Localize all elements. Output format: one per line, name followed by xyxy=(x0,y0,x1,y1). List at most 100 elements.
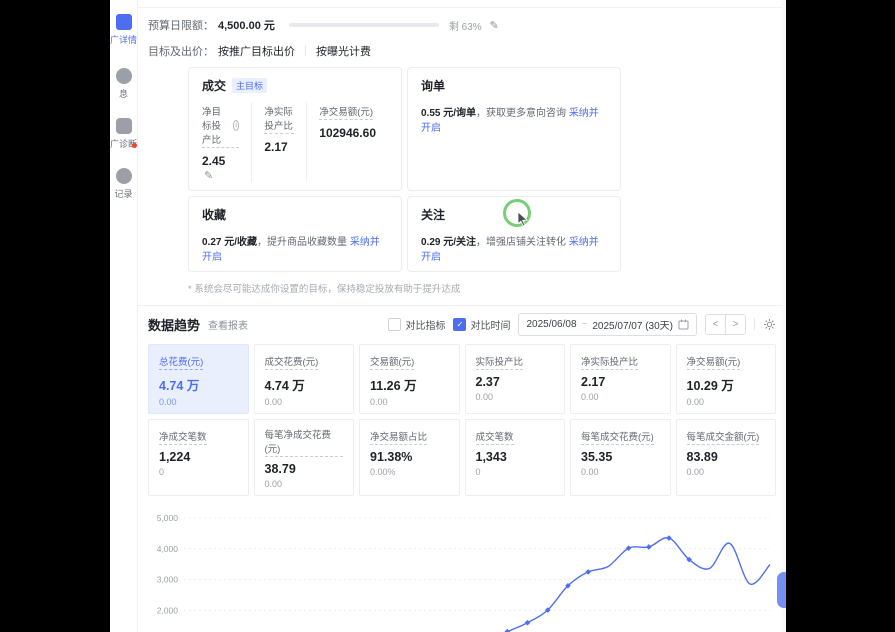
metric-tile-total-cost[interactable]: 总花费(元)4.74 万0.00 xyxy=(148,344,249,414)
metric-sub-value: 0.00 xyxy=(265,479,344,489)
metric-sub-value: 0.00 xyxy=(581,467,660,477)
metric-label: 净成交笔数 xyxy=(159,429,207,445)
suggestion-desc: ，增强店铺关注转化 xyxy=(476,237,569,248)
metric-sub-value: 0 xyxy=(159,467,238,477)
metric-tile-deal-cost[interactable]: 成交花费(元)4.74 万0.00 xyxy=(254,344,355,414)
date-nav: < > xyxy=(705,314,746,335)
scrollbar-track[interactable] xyxy=(782,0,786,632)
svg-text:5,000: 5,000 xyxy=(157,513,179,523)
card-inquiry: 询单 0.55 元/询单，获取更多意向咨询 采纳并开启 xyxy=(407,67,621,191)
sidebar-item-label: 广详情 xyxy=(110,33,137,46)
metric-sub-value: 0.00% xyxy=(370,467,449,477)
metric-tile-orders[interactable]: 成交笔数1,3430 xyxy=(465,419,566,496)
metric-label: 净交易额(元) xyxy=(319,104,373,120)
next-period-button[interactable]: > xyxy=(725,315,745,334)
tab-separator xyxy=(305,46,306,56)
card-deal: 成交 主目标 净目标投产比 2.45 ✎ 净实际投产比 2.17 xyxy=(188,67,402,191)
metric-tile-amount-per-order[interactable]: 每笔成交金额(元)83.890.00 xyxy=(676,419,777,496)
main-content: 预算日限额： 4,500.00 元 剩 63% ✎ 目标及出价： 按推广目标出价… xyxy=(138,0,786,632)
metric-label: 总花费(元) xyxy=(159,354,203,370)
metric-tile-net-gmv[interactable]: 净交易额(元) 10.29 万 0.00 xyxy=(676,344,777,414)
suggestion-price: 0.55 元/询单 xyxy=(421,108,476,119)
prev-period-button[interactable]: < xyxy=(706,315,725,334)
edit-budget-icon[interactable]: ✎ xyxy=(490,19,499,32)
metric-value: 35.35 xyxy=(581,450,660,464)
metric-tile-gmv[interactable]: 交易额(元)11.26 万0.00 xyxy=(359,344,460,414)
svg-text:3,000: 3,000 xyxy=(157,575,179,585)
tab-bid-by-goal[interactable]: 按推广目标出价 xyxy=(218,43,295,59)
metric-tile-net-actual-roi[interactable]: 净实际投产比2.170.00 xyxy=(570,344,671,414)
click-highlight-ring xyxy=(503,199,531,227)
app-window: 广详情 息 广诊断 记录 预算日限额： 4,500.00 元 剩 63% ✎ 目… xyxy=(110,0,786,632)
gear-icon[interactable] xyxy=(763,318,776,331)
metric-sub-value: 0.00 xyxy=(687,467,766,477)
budget-remaining: 剩 63% xyxy=(449,18,482,33)
metric-value: 83.89 xyxy=(687,450,766,464)
metric-value: 91.38% xyxy=(370,450,449,464)
suggestion-desc: ，获取更多意向咨询 xyxy=(476,108,569,119)
card-favorite-title: 收藏 xyxy=(202,206,226,223)
metric-sub-value: 0.00 xyxy=(265,397,344,407)
card-deal-title: 成交 xyxy=(202,77,226,94)
date-range-picker[interactable]: 2025/06/08 ~ 2025/07/07 (30天) xyxy=(518,313,697,336)
compare-time-checkbox[interactable]: 对比时间 xyxy=(453,317,510,332)
metric-tile-cost-per-order[interactable]: 每笔成交花费(元) 35.35 0.00 xyxy=(570,419,671,496)
metric-tile-net-orders[interactable]: 净成交笔数1,2240 xyxy=(148,419,249,496)
mouse-cursor-icon xyxy=(517,212,529,226)
metric-value: 2.45 xyxy=(202,154,225,168)
metric-value: 38.79 xyxy=(265,462,344,476)
deal-metric-target-roi: 净目标投产比 2.45 ✎ xyxy=(202,102,251,182)
card-inquiry-title: 询单 xyxy=(421,77,445,94)
suggestion-desc: ，提升商品收藏数量 xyxy=(257,237,350,248)
calendar-icon xyxy=(678,319,689,330)
metric-value: 11.26 万 xyxy=(370,375,449,394)
edit-roi-icon[interactable]: ✎ xyxy=(204,170,213,182)
sidebar-item-info[interactable]: 息 xyxy=(110,68,137,100)
checkbox-label: 对比时间 xyxy=(470,317,510,332)
checkbox-icon[interactable] xyxy=(388,318,401,331)
notification-dot xyxy=(132,143,137,148)
trend-chart: 01,0002,0003,0004,0005,0002025/07/082025… xyxy=(148,510,776,632)
trend-header: 数据趋势 查看报表 对比指标 对比时间 2025/06/08 ~ 2025/07… xyxy=(148,306,776,342)
metric-tile-actual-roi[interactable]: 实际投产比2.370.00 xyxy=(465,344,566,414)
goal-bid-row: 目标及出价： 按推广目标出价 按曝光计费 xyxy=(148,40,776,62)
primary-goal-badge: 主目标 xyxy=(232,78,267,93)
metric-value: 10.29 万 xyxy=(687,375,766,394)
trend-title: 数据趋势 xyxy=(148,315,200,334)
suggestion-price: 0.27 元/收藏 xyxy=(202,237,257,248)
trend-chart-svg: 01,0002,0003,0004,0005,0002025/07/082025… xyxy=(148,510,776,632)
metric-label: 成交笔数 xyxy=(476,429,514,445)
metric-label: 净实际投产比 xyxy=(264,104,294,134)
promotion-detail-icon xyxy=(116,14,132,30)
goal-bid-tabs: 按推广目标出价 按曝光计费 xyxy=(218,43,371,59)
view-report-link[interactable]: 查看报表 xyxy=(208,317,248,332)
metric-label: 每笔净成交花费(元) xyxy=(265,427,344,457)
controls-separator xyxy=(754,318,755,330)
feedback-button[interactable] xyxy=(777,572,786,608)
compare-metric-checkbox[interactable]: 对比指标 xyxy=(388,317,445,332)
metric-sub-value: 0.00 xyxy=(370,397,449,407)
metric-label: 净实际投产比 xyxy=(581,354,638,370)
metric-tile-cost-per-net-order[interactable]: 每笔净成交花费(元) 38.79 0.00 xyxy=(254,419,355,496)
metric-label: 每笔成交花费(元) xyxy=(581,429,654,445)
metric-label: 净交易额(元) xyxy=(687,354,741,370)
sidebar-item-records[interactable]: 记录 xyxy=(110,168,137,200)
metric-sub-value: 0.00 xyxy=(476,392,555,402)
card-favorite: 收藏 0.27 元/收藏，提升商品收藏数量 采纳并开启 xyxy=(188,196,402,272)
metric-tile-net-gmv-ratio[interactable]: 净交易额占比91.38%0.00% xyxy=(359,419,460,496)
clock-icon xyxy=(116,168,132,184)
sidebar-item-diagnose[interactable]: 广诊断 xyxy=(110,118,137,150)
metric-value: 2.17 xyxy=(264,140,294,154)
tab-bid-by-exposure[interactable]: 按曝光计费 xyxy=(316,43,371,59)
sidebar-item-promotion-detail[interactable]: 广详情 xyxy=(110,14,137,46)
svg-text:4,000: 4,000 xyxy=(157,544,179,554)
metric-sub-value: 0.00 xyxy=(581,392,660,402)
info-icon[interactable] xyxy=(233,120,239,131)
metric-sub-value: 0.00 xyxy=(687,397,766,407)
metric-tiles: 总花费(元)4.74 万0.00 成交花费(元)4.74 万0.00 交易额(元… xyxy=(148,344,776,496)
metric-sub-value: 0 xyxy=(476,467,555,477)
metric-value: 4.74 万 xyxy=(265,375,344,394)
checkbox-icon[interactable] xyxy=(453,318,466,331)
metric-sub-value: 0.00 xyxy=(159,397,238,407)
budget-value: 4,500.00 元 xyxy=(218,17,275,33)
